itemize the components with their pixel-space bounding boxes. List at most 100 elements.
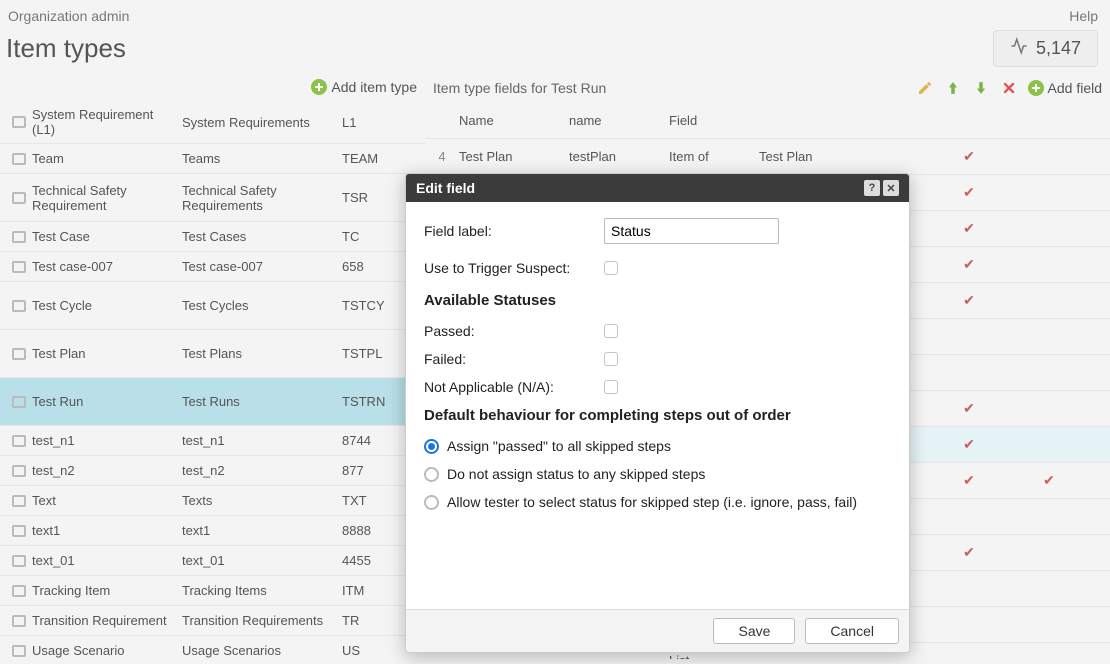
item-type-key: TXT — [342, 493, 412, 508]
field-check-1: ✔ — [929, 256, 1009, 273]
item-type-plural: Test Plans — [182, 346, 342, 361]
item-type-row[interactable]: text1text18888 — [0, 516, 425, 546]
item-type-row[interactable]: Test case-007Test case-007658 — [0, 252, 425, 282]
item-type-key: TSTCY — [342, 298, 412, 313]
add-field-label: Add field — [1048, 80, 1102, 96]
item-type-icon — [6, 495, 32, 507]
topbar: Organization admin Help — [0, 0, 1110, 28]
item-type-key: US — [342, 643, 412, 658]
item-type-name: Text — [32, 493, 182, 508]
item-type-plural: Test Cycles — [182, 298, 342, 313]
item-type-key: TSTRN — [342, 394, 412, 409]
item-type-row[interactable]: Test CaseTest CasesTC — [0, 222, 425, 252]
item-type-icon — [6, 465, 32, 477]
item-type-name: Transition Requirement — [32, 613, 182, 628]
field-label: Name — [459, 113, 569, 128]
item-type-icon — [6, 300, 32, 312]
arrow-up-icon[interactable] — [944, 79, 962, 97]
item-type-row[interactable]: Test CycleTest CyclesTSTCY — [0, 282, 425, 330]
add-item-type-label: Add item type — [331, 79, 417, 95]
field-check-1: ✔ — [929, 184, 1009, 201]
field-unique: testPlan — [569, 149, 669, 164]
item-type-row[interactable]: Usage ScenarioUsage ScenariosUS — [0, 636, 425, 659]
field-type: Field — [669, 113, 759, 128]
item-type-list: System Requirement (L1)System Requiremen… — [0, 101, 425, 659]
item-type-row[interactable]: Transition RequirementTransition Require… — [0, 606, 425, 636]
delete-icon[interactable] — [1000, 79, 1018, 97]
item-type-icon — [6, 396, 32, 408]
item-type-row[interactable]: TextTextsTXT — [0, 486, 425, 516]
save-button[interactable]: Save — [713, 618, 795, 644]
item-type-plural: Test Cases — [182, 229, 342, 244]
item-type-row[interactable]: Test RunTest RunsTSTRN — [0, 378, 425, 426]
item-type-plural: text_01 — [182, 553, 342, 568]
item-type-icon — [6, 348, 32, 360]
item-type-plural: System Requirements — [182, 115, 342, 130]
modal-titlebar[interactable]: Edit field ? ✕ — [406, 174, 909, 202]
item-type-row[interactable]: Technical Safety RequirementTechnical Sa… — [0, 174, 425, 222]
fields-header-label: Item type fields for Test Run — [433, 80, 606, 96]
radio-icon — [424, 467, 439, 482]
item-type-key: 8744 — [342, 433, 412, 448]
arrow-down-icon[interactable] — [972, 79, 990, 97]
item-type-name: Team — [32, 151, 182, 166]
item-type-row[interactable]: Tracking ItemTracking ItemsITM — [0, 576, 425, 606]
item-type-row[interactable]: Test PlanTest PlansTSTPL — [0, 330, 425, 378]
item-type-row[interactable]: System Requirement (L1)System Requiremen… — [0, 101, 425, 144]
available-statuses-header: Available Statuses — [424, 292, 891, 309]
add-field-button[interactable]: Add field — [1028, 80, 1102, 96]
item-type-name: Technical Safety Requirement — [32, 183, 182, 213]
field-control: Test Plan — [759, 149, 929, 164]
breadcrumb[interactable]: Organization admin — [8, 8, 129, 24]
field-check-1: ✔ — [929, 292, 1009, 309]
item-type-row[interactable]: test_n2test_n2877 — [0, 456, 425, 486]
field-unique: name — [569, 113, 669, 128]
item-type-key: TSR — [342, 190, 412, 205]
edit-icon[interactable] — [916, 79, 934, 97]
add-item-type-button[interactable]: Add item type — [311, 79, 417, 95]
help-icon[interactable]: ? — [864, 180, 880, 196]
status-na-label: Not Applicable (N/A): — [424, 379, 604, 395]
item-type-icon — [6, 615, 32, 627]
item-type-name: Test Run — [32, 394, 182, 409]
item-type-row[interactable]: text_01text_014455 — [0, 546, 425, 576]
field-check-2: ✔ — [1009, 472, 1089, 489]
item-type-plural: Usage Scenarios — [182, 643, 342, 658]
field-check-1: ✔ — [929, 148, 1009, 165]
item-type-plural: Test Runs — [182, 394, 342, 409]
counter-box[interactable]: 5,147 — [993, 30, 1098, 67]
radio-allow-select[interactable]: Allow tester to select status for skippe… — [424, 494, 891, 510]
radio-label: Allow tester to select status for skippe… — [447, 494, 857, 510]
help-link[interactable]: Help — [1069, 8, 1098, 24]
field-label-input[interactable] — [604, 218, 779, 244]
field-check-1: ✔ — [929, 472, 1009, 489]
close-icon[interactable]: ✕ — [883, 180, 899, 196]
item-type-icon — [6, 192, 32, 204]
field-row[interactable]: NamenameField — [425, 103, 1110, 139]
field-row[interactable]: 4Test PlantestPlanItem ofTest Plan✔ — [425, 139, 1110, 175]
item-type-name: text1 — [32, 523, 182, 538]
item-type-plural: Teams — [182, 151, 342, 166]
item-type-name: text_01 — [32, 553, 182, 568]
status-na-checkbox[interactable] — [604, 380, 618, 394]
item-type-plural: test_n1 — [182, 433, 342, 448]
default-behaviour-header: Default behaviour for completing steps o… — [424, 407, 891, 424]
item-type-row[interactable]: TeamTeamsTEAM — [0, 144, 425, 174]
field-check-1: ✔ — [929, 544, 1009, 561]
field-check-1: ✔ — [929, 220, 1009, 237]
item-type-key: TSTPL — [342, 346, 412, 361]
item-type-name: test_n1 — [32, 433, 182, 448]
radio-assign-passed[interactable]: Assign "passed" to all skipped steps — [424, 438, 891, 454]
status-failed-checkbox[interactable] — [604, 352, 618, 366]
item-type-row[interactable]: test_n1test_n18744 — [0, 426, 425, 456]
item-type-name: Test case-007 — [32, 259, 182, 274]
item-type-name: test_n2 — [32, 463, 182, 478]
item-type-plural: Texts — [182, 493, 342, 508]
item-type-key: 877 — [342, 463, 412, 478]
trigger-suspect-checkbox[interactable] — [604, 261, 618, 275]
item-type-plural: Technical Safety Requirements — [182, 183, 342, 213]
status-passed-checkbox[interactable] — [604, 324, 618, 338]
cancel-button[interactable]: Cancel — [805, 618, 899, 644]
radio-do-not-assign[interactable]: Do not assign status to any skipped step… — [424, 466, 891, 482]
item-type-icon — [6, 555, 32, 567]
